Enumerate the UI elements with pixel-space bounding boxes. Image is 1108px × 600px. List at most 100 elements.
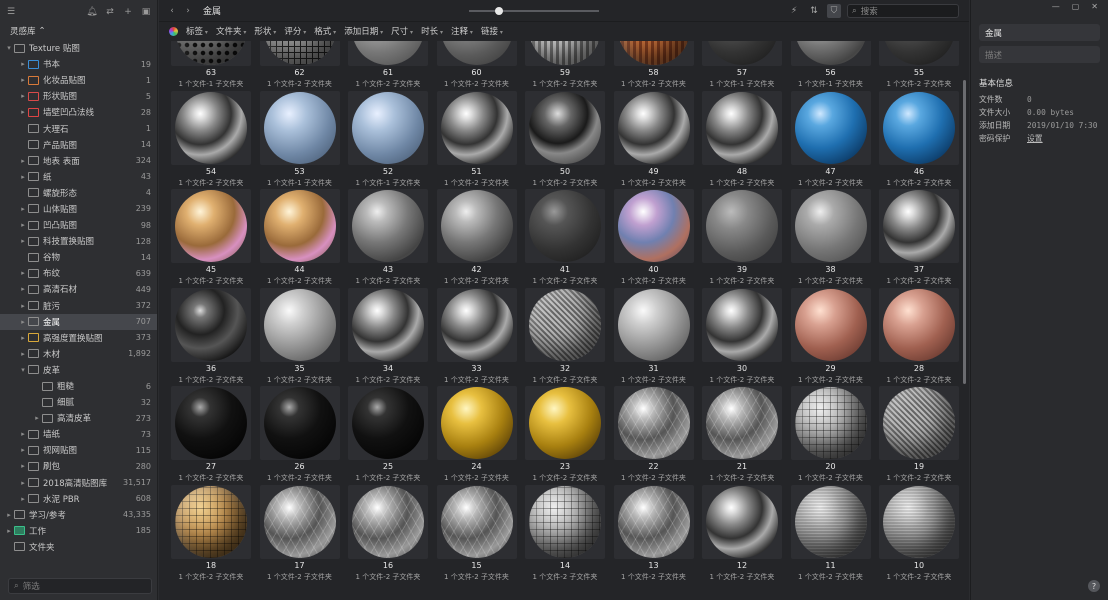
sidebar-item[interactable]: ▸ 工作 185 (0, 523, 157, 539)
asset-tile[interactable]: 62 1 个文件-2 子文件夹 (259, 41, 340, 90)
thumbnail[interactable] (879, 90, 959, 165)
filter-dropdown[interactable]: 形状 ▾ (254, 25, 276, 37)
sidebar-item[interactable]: 谷物 14 (0, 249, 157, 265)
asset-tile[interactable]: 40 1 个文件-2 子文件夹 (613, 189, 694, 287)
asset-tile[interactable]: 27 1 个文件-2 子文件夹 (171, 386, 251, 484)
sidebar-item[interactable]: ▸ 形状贴图 5 (0, 88, 157, 104)
thumbnail[interactable] (790, 41, 871, 66)
library-switcher[interactable]: 灵感库 ⌃ (0, 24, 157, 38)
sidebar-item[interactable]: 产品贴图 14 (0, 137, 157, 153)
asset-tile[interactable]: 51 1 个文件-2 子文件夹 (436, 90, 517, 189)
scrollbar[interactable] (963, 80, 966, 384)
forward-icon[interactable]: › (183, 6, 193, 16)
asset-tile[interactable]: 16 1 个文件-2 子文件夹 (348, 484, 428, 583)
search-input[interactable]: ⌕ 搜索 (847, 4, 959, 18)
thumbnail[interactable] (525, 386, 605, 460)
thumbnail[interactable] (259, 90, 340, 165)
asset-tile[interactable]: 12 1 个文件-2 子文件夹 (702, 484, 782, 583)
thumbnail[interactable] (348, 41, 428, 66)
sidebar-item[interactable]: ▸ 地表 表面 324 (0, 153, 157, 169)
filter-dropdown[interactable]: 时长 ▾ (421, 25, 443, 37)
sidebar-item[interactable]: ▸ 山体贴图 239 (0, 201, 157, 217)
thumbnail[interactable] (879, 386, 959, 460)
asset-tile[interactable]: 37 1 个文件-2 子文件夹 (879, 189, 959, 287)
thumbnail[interactable] (436, 41, 517, 66)
asset-tile[interactable]: 28 1 个文件-2 子文件夹 (879, 287, 959, 386)
thumbnail[interactable] (613, 189, 694, 263)
chevron-icon[interactable]: ▸ (18, 479, 28, 487)
asset-tile[interactable]: 53 1 个文件-1 子文件夹 (259, 90, 340, 189)
asset-tile[interactable]: 55 1 个文件-2 子文件夹 (879, 41, 959, 90)
sidebar-item[interactable]: ▸ 2018高清贴图库 31,517 (0, 475, 157, 491)
asset-tile[interactable]: 24 1 个文件-2 子文件夹 (436, 386, 517, 484)
thumbnail[interactable] (348, 484, 428, 559)
sidebar-item[interactable]: ▸ 墙纸 73 (0, 426, 157, 442)
thumbnail[interactable] (702, 287, 782, 362)
thumbnail[interactable] (879, 484, 959, 559)
asset-tile[interactable]: 35 1 个文件-2 子文件夹 (259, 287, 340, 386)
asset-tile[interactable]: 15 1 个文件-2 子文件夹 (436, 484, 517, 583)
thumbnail[interactable] (790, 90, 871, 165)
asset-tile[interactable]: 11 1 个文件-2 子文件夹 (790, 484, 871, 583)
asset-tile[interactable]: 44 1 个文件-2 子文件夹 (259, 189, 340, 287)
chevron-icon[interactable]: ▸ (18, 221, 28, 229)
chevron-icon[interactable]: ▸ (18, 350, 28, 358)
chevron-icon[interactable]: ▸ (18, 108, 28, 116)
thumbnail[interactable] (348, 386, 428, 460)
sidebar-item[interactable]: ▾ Texture 贴图 (0, 40, 157, 56)
sidebar-item[interactable]: ▸ 木材 1,892 (0, 346, 157, 362)
thumbnail[interactable] (613, 484, 694, 559)
sidebar-item[interactable]: ▸ 布纹 639 (0, 265, 157, 281)
chevron-icon[interactable]: ▸ (18, 205, 28, 213)
thumbnail[interactable] (171, 287, 251, 362)
lightning-icon[interactable]: ⚡︎ (787, 4, 801, 18)
asset-tile[interactable]: 48 1 个文件-2 子文件夹 (702, 90, 782, 189)
chevron-icon[interactable]: ▸ (18, 495, 28, 503)
thumbnail[interactable] (613, 41, 694, 66)
description-field[interactable]: 描述 (979, 46, 1100, 63)
back-icon[interactable]: ‹ (167, 6, 177, 16)
chevron-icon[interactable]: ▸ (18, 285, 28, 293)
asset-tile[interactable]: 34 1 个文件-2 子文件夹 (348, 287, 428, 386)
asset-tile[interactable]: 49 1 个文件-2 子文件夹 (613, 90, 694, 189)
filter-dropdown[interactable]: 文件夹 ▾ (216, 25, 246, 37)
thumbnail[interactable] (613, 287, 694, 362)
notification-icon[interactable]: 🔔︎ (86, 7, 97, 17)
chevron-icon[interactable]: ▸ (18, 173, 28, 181)
thumbnail[interactable] (436, 90, 517, 165)
asset-tile[interactable]: 30 1 个文件-2 子文件夹 (702, 287, 782, 386)
thumbnail[interactable] (879, 189, 959, 263)
thumbnail[interactable] (702, 386, 782, 460)
thumbnail[interactable] (171, 90, 251, 165)
asset-tile[interactable]: 13 1 个文件-2 子文件夹 (613, 484, 694, 583)
zoom-slider-knob[interactable] (495, 7, 503, 15)
sidebar-toggle-icon[interactable]: ▣ (141, 7, 151, 17)
asset-tile[interactable]: 47 1 个文件-2 子文件夹 (790, 90, 871, 189)
thumbnail[interactable] (702, 189, 782, 263)
sidebar-item[interactable]: 细腻 32 (0, 394, 157, 410)
chevron-icon[interactable]: ▸ (18, 269, 28, 277)
asset-tile[interactable]: 33 1 个文件-2 子文件夹 (436, 287, 517, 386)
sort-icon[interactable]: ⇅ (807, 4, 821, 18)
asset-tile[interactable]: 14 1 个文件-2 子文件夹 (525, 484, 605, 583)
chevron-icon[interactable]: ▸ (18, 462, 28, 470)
sidebar-item[interactable]: ▸ 高强度置换贴图 373 (0, 330, 157, 346)
sidebar-item[interactable]: ▸ 化妆品贴图 1 (0, 72, 157, 88)
asset-tile[interactable]: 46 1 个文件-2 子文件夹 (879, 90, 959, 189)
thumbnail[interactable] (702, 90, 782, 165)
thumbnail[interactable] (348, 287, 428, 362)
thumbnail[interactable] (348, 90, 428, 165)
chevron-icon[interactable]: ▸ (4, 511, 14, 519)
sidebar-item[interactable]: 大理石 1 (0, 120, 157, 136)
asset-tile[interactable]: 31 1 个文件-2 子文件夹 (613, 287, 694, 386)
asset-tile[interactable]: 58 1 个文件-2 子文件夹 (613, 41, 694, 90)
filter-icon[interactable]: ⛉ (827, 4, 841, 18)
filter-input[interactable]: ⌕ 筛选 (8, 578, 152, 594)
thumbnail[interactable] (171, 484, 251, 559)
asset-tile[interactable]: 10 1 个文件-2 子文件夹 (879, 484, 959, 583)
thumbnail[interactable] (879, 41, 959, 66)
asset-tile[interactable]: 41 1 个文件-2 子文件夹 (525, 189, 605, 287)
thumbnail[interactable] (613, 386, 694, 460)
thumbnail[interactable] (525, 41, 605, 66)
asset-tile[interactable]: 26 1 个文件-2 子文件夹 (259, 386, 340, 484)
